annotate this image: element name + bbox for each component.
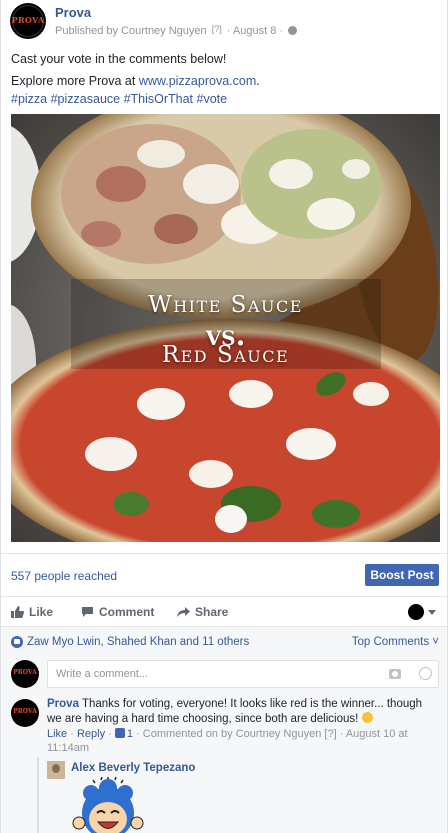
people-reached-link[interactable]: 557 people reached	[11, 569, 117, 583]
avatar-logo-text: PROVA	[11, 15, 45, 25]
post-text: Cast your vote in the comments below! Ex…	[11, 50, 441, 108]
top-comments-label: Top Comments	[351, 636, 430, 648]
emoji-icon[interactable]	[419, 667, 432, 680]
post-line-2: Explore more Prova at www.pizzaprova.com…	[11, 72, 441, 90]
laughing-boy-sticker	[72, 777, 144, 833]
comment-body: Prova Thanks for voting, everyone! It lo…	[47, 697, 439, 727]
thumbs-up-icon	[114, 728, 125, 738]
comment-reply-link[interactable]: Reply	[77, 728, 105, 740]
thumbs-up-icon	[11, 606, 24, 618]
post-as-selector[interactable]	[408, 604, 436, 620]
chevron-down-icon	[428, 610, 436, 615]
like-button[interactable]: Like	[11, 605, 53, 619]
post-line-2-suffix: .	[256, 74, 260, 88]
post-header: PROVA Prova Published by Courtney Nguyen…	[1, 0, 447, 44]
post-actions: Like Comment Share	[1, 596, 447, 626]
hashtags[interactable]: #pizza #pizzasauce #ThisOrThat #vote	[11, 90, 441, 108]
post-meta: Published by Courtney Nguyen [?] · Augus…	[55, 24, 298, 37]
top-comments-dropdown[interactable]: Top Comments ˅	[352, 636, 439, 648]
write-comment-row: PROVA	[11, 660, 439, 690]
post-card: PROVA Prova Published by Courtney Nguyen…	[0, 0, 448, 833]
commenter-avatar-text: PROVA	[13, 669, 37, 676]
reply-author-avatar[interactable]	[47, 761, 65, 779]
boost-post-button[interactable]: Boost Post	[365, 564, 439, 586]
image-text-white-sauce: White Sauce	[148, 292, 303, 318]
likers-row: Zaw Myo Lwin, Shahed Khan and 11 others …	[11, 635, 439, 651]
comment-bubble-icon	[82, 607, 93, 617]
comment-avatar-text: PROVA	[13, 708, 37, 715]
comment-button[interactable]: Comment	[81, 605, 154, 619]
comment-meta: Like · Reply · 1 · Commented on by Court…	[47, 728, 408, 754]
like-label: Like	[29, 605, 54, 619]
page-name-link[interactable]: Prova	[55, 5, 91, 20]
comment-label: Comment	[99, 605, 155, 619]
likers-link[interactable]: Zaw Myo Lwin, Shahed Khan and 11 others	[27, 636, 249, 648]
globe-icon	[288, 26, 298, 35]
smiley-emoji-icon	[361, 712, 373, 723]
comment-author[interactable]: Prova	[47, 698, 79, 710]
website-link[interactable]: www.pizzaprova.com	[139, 74, 256, 88]
commenter-avatar: PROVA	[11, 660, 39, 688]
share-arrow-icon	[177, 607, 190, 617]
comment-like-count[interactable]: 1	[127, 728, 133, 740]
comments-section: Zaw Myo Lwin, Shahed Khan and 11 others …	[1, 626, 447, 833]
share-label: Share	[195, 605, 229, 619]
comment-like-link[interactable]: Like	[47, 728, 67, 740]
commented-on-by: · Commented on by Courtney Nguyen	[136, 728, 322, 740]
share-button[interactable]: Share	[177, 605, 228, 619]
post-line-1: Cast your vote in the comments below!	[11, 52, 227, 66]
post-image[interactable]: White Sauce vs. Red Sauce	[11, 114, 440, 542]
help-mark[interactable]: [?]	[324, 728, 336, 740]
like-reaction-icon	[11, 636, 23, 648]
page-avatar[interactable]: PROVA	[10, 3, 46, 39]
chevron-down-icon: ˅	[432, 636, 439, 648]
camera-icon[interactable]	[389, 669, 401, 679]
post-line-2-prefix: Explore more Prova at	[11, 74, 139, 88]
reach-row: 557 people reached Boost Post	[1, 553, 447, 593]
post-date[interactable]: · August 8 ·	[227, 25, 283, 37]
published-by[interactable]: Published by Courtney Nguyen	[55, 25, 207, 37]
image-text-red-sauce: Red Sauce	[161, 342, 290, 368]
help-mark[interactable]: [?]	[212, 24, 222, 34]
reply-author[interactable]: Alex Beverly Tepezano	[71, 762, 195, 774]
post-as-avatar	[408, 604, 424, 620]
comment-input[interactable]	[47, 660, 439, 688]
comment-author-avatar[interactable]: PROVA	[11, 699, 39, 727]
reply-thread-line	[37, 757, 39, 833]
